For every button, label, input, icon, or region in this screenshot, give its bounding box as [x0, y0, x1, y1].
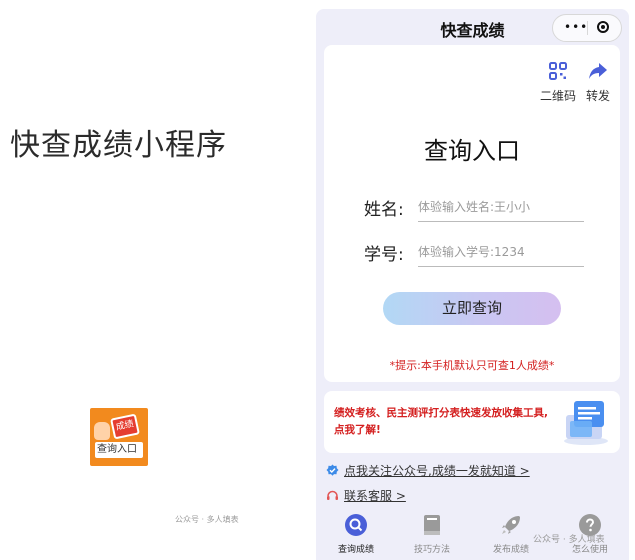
query-card: 二维码 转发 查询入口 姓名: 学号: 立即查询 *提示:本手机默认只可查1人成… — [324, 45, 620, 382]
share-label: 转发 — [585, 89, 610, 103]
qr-code-icon — [549, 62, 567, 80]
document-illustration-icon — [564, 401, 608, 445]
student-id-label: 学号: — [364, 245, 404, 265]
student-id-field: 学号: — [364, 238, 584, 270]
capsule-divider — [587, 21, 588, 35]
close-miniprogram-icon[interactable] — [597, 21, 609, 33]
tab-bar: 查询成绩 技巧方法 发布成绩 怎么使用 公众号 · 多人填表 — [316, 510, 629, 560]
book-icon — [424, 515, 440, 535]
share-button[interactable]: 转发 — [578, 61, 618, 104]
logo-caption: 查询入口 — [95, 442, 143, 458]
verified-badge-icon — [326, 464, 339, 476]
capsule-menu[interactable]: ••• — [552, 14, 622, 42]
more-icon[interactable]: ••• — [564, 21, 588, 33]
headset-icon — [327, 490, 338, 500]
promo-title: 快查成绩小程序 — [10, 128, 227, 163]
name-input[interactable] — [418, 193, 584, 222]
name-label: 姓名: — [364, 200, 404, 220]
tab-tips[interactable]: 技巧方法 — [402, 513, 462, 555]
rocket-icon — [502, 516, 520, 534]
tab-label: 技巧方法 — [413, 545, 450, 555]
navigation-bar: 快查成绩 ••• — [316, 9, 629, 45]
search-icon — [345, 514, 367, 536]
tab-query-scores[interactable]: 查询成绩 — [326, 513, 386, 555]
promo-text: 绩效考核、民主测评打分表快速发放收集工具, 点我了解! — [334, 405, 564, 439]
tab-label: 发布成绩 — [492, 545, 529, 555]
student-id-input[interactable] — [418, 238, 584, 267]
watermark: 公众号 · 多人填表 — [533, 535, 605, 545]
query-now-button[interactable]: 立即查询 — [383, 292, 561, 325]
watermark: 公众号 · 多人填表 — [175, 515, 239, 524]
mini-program-screen: 快查成绩 ••• 二维码 转发 查询入口 姓名: 体验输入姓名:王小小 学号: … — [316, 9, 629, 560]
app-logo: 成绩 查询入口 — [90, 408, 148, 466]
promo-line-1: 绩效考核、民主测评打分表快速发放收集工具, — [334, 407, 548, 419]
form-title: 查询入口 — [424, 137, 520, 165]
promo-line-2: 点我了解! — [334, 424, 381, 436]
share-arrow-icon — [589, 63, 607, 79]
qr-code-label: 二维码 — [539, 89, 576, 103]
promo-banner[interactable]: 绩效考核、民主测评打分表快速发放收集工具, 点我了解! — [324, 391, 620, 453]
qr-code-button[interactable]: 二维码 — [538, 61, 578, 104]
hand-icon — [94, 422, 110, 440]
limit-tip: *提示:本手机默认只可查1人成绩* — [389, 359, 555, 372]
name-field: 姓名: — [364, 193, 584, 225]
logo-badge: 成绩 — [110, 413, 140, 440]
customer-service-text: 联系客服 > — [344, 489, 406, 503]
follow-link-text: 点我关注公众号,成绩一发就知道 > — [344, 464, 530, 478]
tab-publish-scores[interactable]: 发布成绩 — [481, 513, 541, 555]
tab-label: 查询成绩 — [337, 545, 374, 555]
